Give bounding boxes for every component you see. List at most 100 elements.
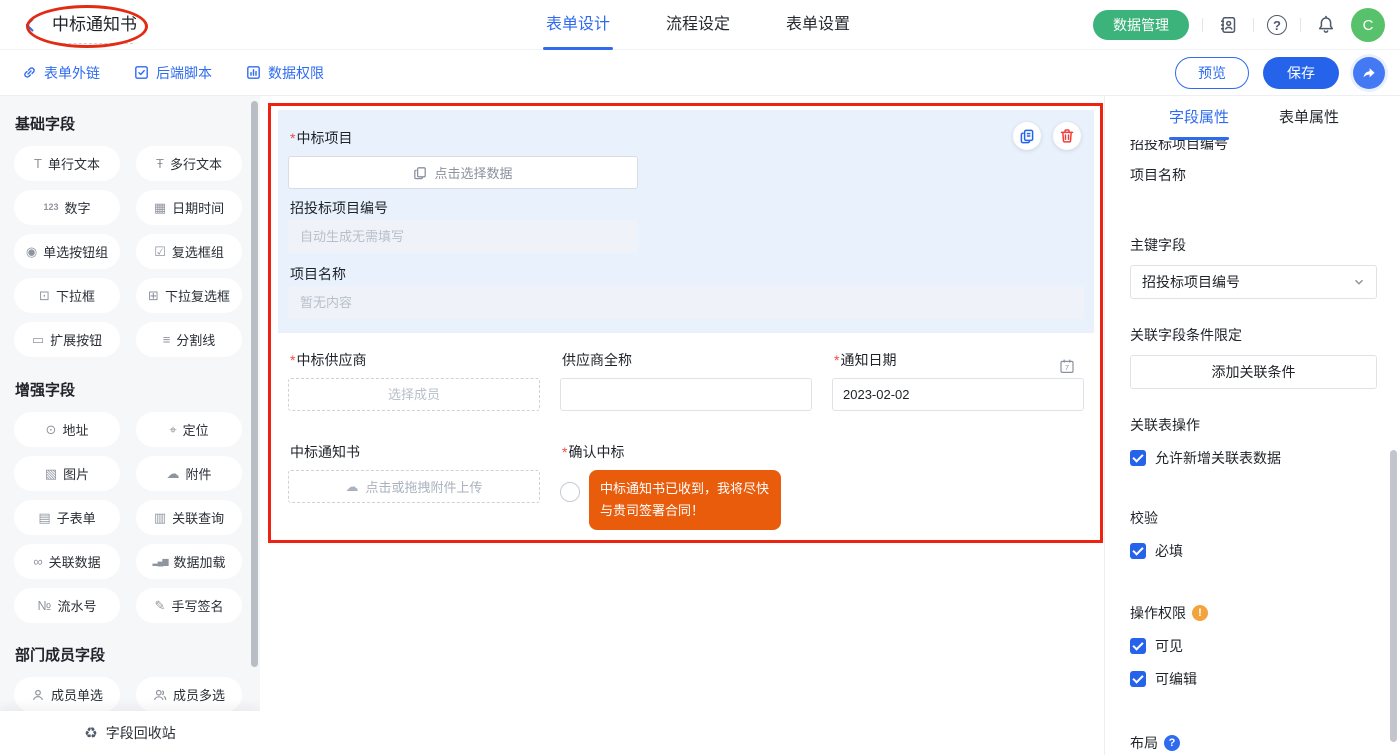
- preview-button[interactable]: 预览: [1175, 57, 1249, 89]
- checkbox-group-icon: ☑: [154, 245, 166, 258]
- field-pill-number[interactable]: 123数字: [14, 190, 120, 225]
- divider-icon: ≡: [163, 333, 171, 346]
- primary-key-select[interactable]: 招投标项目编号: [1130, 265, 1377, 299]
- user-avatar[interactable]: C: [1351, 8, 1385, 42]
- add-link-condition-button[interactable]: 添加关联条件: [1130, 355, 1377, 389]
- select-icon: ⊡: [39, 289, 50, 302]
- layout-help-icon[interactable]: ?: [1164, 735, 1180, 751]
- field-pill-subform[interactable]: ▤子表单: [14, 500, 120, 535]
- multi-line-text-icon: Ŧ: [156, 157, 164, 170]
- field-pill-relation-query[interactable]: ▥关联查询: [136, 500, 242, 535]
- confirm-option-bubble: 中标通知书已收到，我将尽快与贵司签署合同！: [589, 470, 781, 530]
- checkbox-checked[interactable]: [1130, 638, 1146, 654]
- field-pill-member-single[interactable]: 成员单选: [14, 677, 120, 712]
- confirm-radio[interactable]: [560, 482, 580, 502]
- page-title[interactable]: 中标通知书: [52, 13, 137, 37]
- relation-data-icon: ∞: [33, 555, 42, 568]
- share-button[interactable]: [1353, 57, 1385, 89]
- panel-scrollbar[interactable]: [1390, 450, 1397, 742]
- field-recycle-bin[interactable]: ♻ 字段回收站: [0, 711, 260, 755]
- properties-panel: 字段属性 表单属性 招投标项目编号 项目名称 主键字段 招投标项目编号 关联字段…: [1104, 96, 1400, 755]
- tender-project-no-label: 招投标项目编号: [290, 198, 388, 218]
- field-pill-signature[interactable]: ✎手写签名: [136, 588, 242, 623]
- field-pill-select[interactable]: ⊡下拉框: [14, 278, 120, 313]
- main-tabs: 表单设计 流程设定 表单设置: [546, 0, 850, 50]
- field-pill-location[interactable]: ⌖定位: [136, 412, 242, 447]
- back-icon[interactable]: [18, 13, 42, 37]
- supplier-fullname-input[interactable]: [560, 378, 812, 411]
- chevron-down-icon: [1353, 276, 1365, 288]
- notice-date-field[interactable]: *通知日期 7: [832, 350, 1084, 411]
- save-button[interactable]: 保存: [1263, 57, 1339, 89]
- field-pill-datetime[interactable]: ▦日期时间: [136, 190, 242, 225]
- radio-group-icon: ◉: [26, 245, 37, 258]
- field-pill-serial-number[interactable]: №流水号: [14, 588, 120, 623]
- help-icon[interactable]: ?: [1267, 15, 1287, 35]
- number-icon: 123: [43, 203, 58, 212]
- attachment-upload-area[interactable]: ☁ 点击或拖拽附件上传: [288, 470, 540, 503]
- copy-field-button[interactable]: [1013, 122, 1041, 150]
- link-table-label: 关联表操作: [1130, 415, 1377, 435]
- data-permission-link[interactable]: 数据权限: [246, 63, 324, 83]
- select-data-button[interactable]: 点击选择数据: [288, 156, 638, 189]
- sidebar-scrollbar[interactable]: [251, 101, 258, 667]
- field-pill-checkbox-group[interactable]: ☑复选框组: [136, 234, 242, 269]
- tab-form-properties[interactable]: 表单属性: [1279, 96, 1339, 140]
- tab-form-design[interactable]: 表单设计: [546, 0, 610, 50]
- data-manage-button[interactable]: 数据管理: [1093, 10, 1189, 40]
- confirm-bid-field[interactable]: *确认中标 中标通知书已收到，我将尽快与贵司签署合同！: [560, 442, 950, 530]
- checkbox-checked[interactable]: [1130, 671, 1146, 687]
- supplier-field[interactable]: *中标供应商: [288, 350, 540, 411]
- notice-attachment-field[interactable]: 中标通知书 ☁ 点击或拖拽附件上传: [288, 442, 540, 530]
- divider: [1202, 18, 1203, 32]
- checkbox-checked[interactable]: [1130, 543, 1146, 559]
- member-single-icon: [31, 688, 45, 702]
- form-designer-app: 中标通知书 表单设计 流程设定 表单设置 数据管理 ?: [0, 0, 1400, 755]
- operation-permission-label: 操作权限 !: [1130, 603, 1377, 623]
- notice-date-input[interactable]: [832, 378, 1084, 411]
- field-pill-attachment[interactable]: ☁附件: [136, 456, 242, 491]
- notification-bell-icon[interactable]: [1314, 13, 1338, 37]
- signature-icon: ✎: [155, 599, 166, 612]
- data-load-icon: ▂▄▆: [153, 558, 168, 566]
- field-pill-data-load[interactable]: ▂▄▆数据加载: [136, 544, 242, 579]
- field-pill-relation-data[interactable]: ∞关联数据: [14, 544, 120, 579]
- field-pill-multi-line-text[interactable]: Ŧ多行文本: [136, 146, 242, 181]
- validation-label: 校验: [1130, 508, 1377, 528]
- field-pill-radio-group[interactable]: ◉单选按钮组: [14, 234, 120, 269]
- supplier-member-picker[interactable]: [288, 378, 540, 411]
- primary-key-label: 主键字段: [1130, 235, 1377, 255]
- subform-icon: ▤: [38, 511, 50, 524]
- tab-field-properties[interactable]: 字段属性: [1169, 96, 1229, 140]
- selected-field-winning-project[interactable]: *中标项目 点击选择数据 招投标项目编号 项目名称: [278, 110, 1094, 333]
- supplier-fullname-field[interactable]: 供应商全称: [560, 350, 812, 411]
- section-title-enhanced-fields: 增强字段: [15, 379, 260, 400]
- project-name-input[interactable]: [288, 286, 1084, 319]
- tab-form-setting[interactable]: 表单设置: [786, 0, 850, 50]
- field-pill-address[interactable]: ⊙地址: [14, 412, 120, 447]
- field-pill-image[interactable]: ▧图片: [14, 456, 120, 491]
- field-pill-extend-button[interactable]: ▭扩展按钮: [14, 322, 120, 357]
- field-pill-single-line-text[interactable]: T单行文本: [14, 146, 120, 181]
- select-data-icon: [413, 166, 427, 180]
- address-icon: ⊙: [46, 423, 57, 436]
- link-icon: [22, 65, 37, 80]
- delete-field-button[interactable]: [1053, 122, 1081, 150]
- backend-script-link[interactable]: 后端脚本: [134, 63, 212, 83]
- prop-item-tender-no-clipped: 招投标项目编号: [1130, 140, 1377, 153]
- form-external-link[interactable]: 表单外链: [22, 63, 100, 83]
- cloud-upload-icon: ☁: [345, 479, 358, 495]
- divider: [1253, 18, 1254, 32]
- form-canvas: *中标项目 点击选择数据 招投标项目编号 项目名称: [260, 96, 1104, 755]
- contact-book-icon[interactable]: [1216, 13, 1240, 37]
- warning-icon: !: [1192, 605, 1208, 621]
- field-pill-divider[interactable]: ≡分割线: [136, 322, 242, 357]
- attachment-icon: ☁: [166, 467, 179, 480]
- tender-project-no-input[interactable]: [288, 220, 638, 253]
- tab-flow-setting[interactable]: 流程设定: [666, 0, 730, 50]
- field-label: *中标项目: [290, 128, 352, 148]
- field-pill-multi-select[interactable]: ⊞下拉复选框: [136, 278, 242, 313]
- checkbox-checked[interactable]: [1130, 450, 1146, 466]
- required-option: 必填: [1130, 541, 1377, 561]
- field-pill-member-multi[interactable]: 成员多选: [136, 677, 242, 712]
